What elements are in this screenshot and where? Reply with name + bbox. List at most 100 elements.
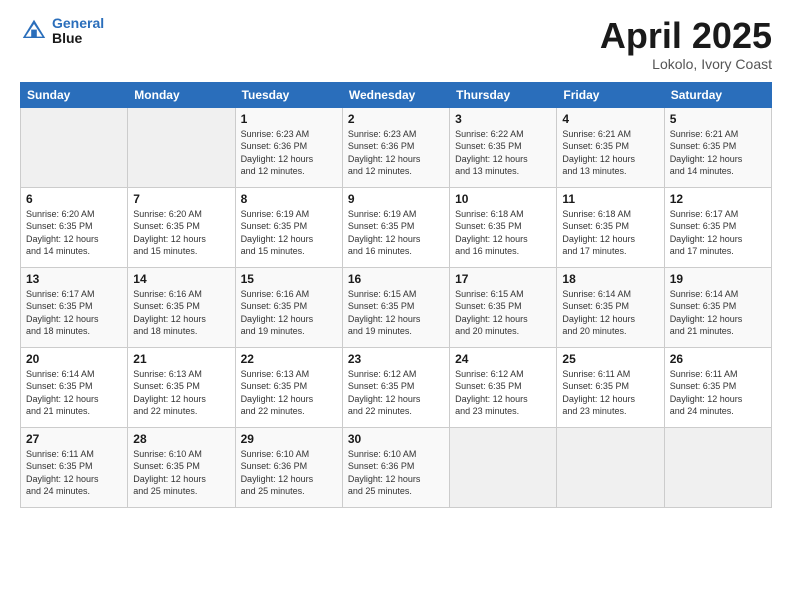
col-header-monday: Monday xyxy=(128,82,235,107)
day-info: Sunrise: 6:13 AM Sunset: 6:35 PM Dayligh… xyxy=(241,368,337,418)
day-info: Sunrise: 6:14 AM Sunset: 6:35 PM Dayligh… xyxy=(562,288,658,338)
day-cell: 7Sunrise: 6:20 AM Sunset: 6:35 PM Daylig… xyxy=(128,187,235,267)
day-cell: 19 Sunrise: 6:14 AM Sunset: 6:35 PM Dayli… xyxy=(664,267,771,347)
day-info: Sunrise: 6:18 AM Sunset: 6:35 PM Dayligh… xyxy=(455,208,551,258)
day-cell: 17Sunrise: 6:15 AM Sunset: 6:35 PM Dayli… xyxy=(450,267,557,347)
day-cell: 28 Sunrise: 6:10 AM Sunset: 6:35 PM Dayli… xyxy=(128,427,235,507)
col-header-friday: Friday xyxy=(557,82,664,107)
calendar-subtitle: Lokolo, Ivory Coast xyxy=(600,56,772,72)
day-cell: 3Sunrise: 6:22 AM Sunset: 6:35 PM Daylig… xyxy=(450,107,557,187)
day-number: 12 xyxy=(670,192,766,206)
col-header-tuesday: Tuesday xyxy=(235,82,342,107)
day-info: Sunrise: 6:12 AM Sunset: 6:35 PM Dayligh… xyxy=(455,368,551,418)
day-cell: 5 Sunrise: 6:21 AM Sunset: 6:35 PM Daylig… xyxy=(664,107,771,187)
logo-icon xyxy=(20,17,48,45)
day-info: Sunrise: 6:16 AM Sunset: 6:35 PM Dayligh… xyxy=(133,288,229,338)
day-cell: 16Sunrise: 6:15 AM Sunset: 6:35 PM Dayli… xyxy=(342,267,449,347)
page: General Blue April 2025 Lokolo, Ivory Co… xyxy=(0,0,792,612)
header-row: SundayMondayTuesdayWednesdayThursdayFrid… xyxy=(21,82,772,107)
day-cell: 11Sunrise: 6:18 AM Sunset: 6:35 PM Dayli… xyxy=(557,187,664,267)
day-number: 5 xyxy=(670,112,766,126)
day-cell: 18 Sunrise: 6:14 AM Sunset: 6:35 PM Dayli… xyxy=(557,267,664,347)
day-number: 10 xyxy=(455,192,551,206)
day-cell xyxy=(664,427,771,507)
day-info: Sunrise: 6:18 AM Sunset: 6:35 PM Dayligh… xyxy=(562,208,658,258)
day-cell: 14Sunrise: 6:16 AM Sunset: 6:35 PM Dayli… xyxy=(128,267,235,347)
day-info: Sunrise: 6:21 AM Sunset: 6:35 PM Dayligh… xyxy=(670,128,766,178)
day-cell: 23 Sunrise: 6:12 AM Sunset: 6:35 PM Dayli… xyxy=(342,347,449,427)
day-info: Sunrise: 6:20 AM Sunset: 6:35 PM Dayligh… xyxy=(26,208,122,258)
day-cell: 29 Sunrise: 6:10 AM Sunset: 6:36 PM Dayli… xyxy=(235,427,342,507)
week-row-4: 20 Sunrise: 6:14 AM Sunset: 6:35 PM Dayli… xyxy=(21,347,772,427)
day-cell: 25 Sunrise: 6:11 AM Sunset: 6:35 PM Dayli… xyxy=(557,347,664,427)
day-number: 27 xyxy=(26,432,122,446)
day-number: 13 xyxy=(26,272,122,286)
day-cell: 20 Sunrise: 6:14 AM Sunset: 6:35 PM Dayli… xyxy=(21,347,128,427)
day-info: Sunrise: 6:19 AM Sunset: 6:35 PM Dayligh… xyxy=(348,208,444,258)
col-header-thursday: Thursday xyxy=(450,82,557,107)
day-number: 17 xyxy=(455,272,551,286)
day-info: Sunrise: 6:10 AM Sunset: 6:35 PM Dayligh… xyxy=(133,448,229,498)
day-number: 1 xyxy=(241,112,337,126)
day-info: Sunrise: 6:13 AM Sunset: 6:35 PM Dayligh… xyxy=(133,368,229,418)
day-cell: 4 Sunrise: 6:21 AM Sunset: 6:35 PM Daylig… xyxy=(557,107,664,187)
day-cell: 22Sunrise: 6:13 AM Sunset: 6:35 PM Dayli… xyxy=(235,347,342,427)
day-cell: 15 Sunrise: 6:16 AM Sunset: 6:35 PM Dayli… xyxy=(235,267,342,347)
day-number: 20 xyxy=(26,352,122,366)
day-cell: 8 Sunrise: 6:19 AM Sunset: 6:35 PM Daylig… xyxy=(235,187,342,267)
day-cell xyxy=(450,427,557,507)
day-number: 29 xyxy=(241,432,337,446)
calendar-title: April 2025 xyxy=(600,16,772,56)
day-number: 24 xyxy=(455,352,551,366)
week-row-3: 13 Sunrise: 6:17 AM Sunset: 6:35 PM Dayli… xyxy=(21,267,772,347)
day-number: 26 xyxy=(670,352,766,366)
day-number: 18 xyxy=(562,272,658,286)
day-info: Sunrise: 6:20 AM Sunset: 6:35 PM Dayligh… xyxy=(133,208,229,258)
day-info: Sunrise: 6:22 AM Sunset: 6:35 PM Dayligh… xyxy=(455,128,551,178)
day-number: 25 xyxy=(562,352,658,366)
day-number: 15 xyxy=(241,272,337,286)
day-info: Sunrise: 6:14 AM Sunset: 6:35 PM Dayligh… xyxy=(670,288,766,338)
day-cell: 1 Sunrise: 6:23 AM Sunset: 6:36 PM Daylig… xyxy=(235,107,342,187)
day-cell: 24 Sunrise: 6:12 AM Sunset: 6:35 PM Dayli… xyxy=(450,347,557,427)
day-number: 19 xyxy=(670,272,766,286)
day-info: Sunrise: 6:10 AM Sunset: 6:36 PM Dayligh… xyxy=(348,448,444,498)
week-row-2: 6 Sunrise: 6:20 AM Sunset: 6:35 PM Daylig… xyxy=(21,187,772,267)
day-info: Sunrise: 6:11 AM Sunset: 6:35 PM Dayligh… xyxy=(26,448,122,498)
week-row-1: 1 Sunrise: 6:23 AM Sunset: 6:36 PM Daylig… xyxy=(21,107,772,187)
day-cell: 9Sunrise: 6:19 AM Sunset: 6:35 PM Daylig… xyxy=(342,187,449,267)
logo-text: General Blue xyxy=(52,16,104,47)
day-cell xyxy=(21,107,128,187)
day-info: Sunrise: 6:17 AM Sunset: 6:35 PM Dayligh… xyxy=(26,288,122,338)
day-cell: 21 Sunrise: 6:13 AM Sunset: 6:35 PM Dayli… xyxy=(128,347,235,427)
day-info: Sunrise: 6:12 AM Sunset: 6:35 PM Dayligh… xyxy=(348,368,444,418)
day-number: 4 xyxy=(562,112,658,126)
day-info: Sunrise: 6:14 AM Sunset: 6:35 PM Dayligh… xyxy=(26,368,122,418)
col-header-sunday: Sunday xyxy=(21,82,128,107)
day-number: 2 xyxy=(348,112,444,126)
header: General Blue April 2025 Lokolo, Ivory Co… xyxy=(20,16,772,72)
day-info: Sunrise: 6:21 AM Sunset: 6:35 PM Dayligh… xyxy=(562,128,658,178)
day-cell: 13 Sunrise: 6:17 AM Sunset: 6:35 PM Dayli… xyxy=(21,267,128,347)
day-number: 23 xyxy=(348,352,444,366)
calendar-table: SundayMondayTuesdayWednesdayThursdayFrid… xyxy=(20,82,772,508)
day-info: Sunrise: 6:10 AM Sunset: 6:36 PM Dayligh… xyxy=(241,448,337,498)
day-number: 8 xyxy=(241,192,337,206)
day-number: 6 xyxy=(26,192,122,206)
day-info: Sunrise: 6:19 AM Sunset: 6:35 PM Dayligh… xyxy=(241,208,337,258)
day-info: Sunrise: 6:11 AM Sunset: 6:35 PM Dayligh… xyxy=(670,368,766,418)
day-number: 21 xyxy=(133,352,229,366)
day-cell: 12 Sunrise: 6:17 AM Sunset: 6:35 PM Dayli… xyxy=(664,187,771,267)
day-cell xyxy=(557,427,664,507)
day-number: 28 xyxy=(133,432,229,446)
day-cell: 6 Sunrise: 6:20 AM Sunset: 6:35 PM Daylig… xyxy=(21,187,128,267)
day-info: Sunrise: 6:17 AM Sunset: 6:35 PM Dayligh… xyxy=(670,208,766,258)
day-number: 16 xyxy=(348,272,444,286)
day-info: Sunrise: 6:23 AM Sunset: 6:36 PM Dayligh… xyxy=(241,128,337,178)
day-info: Sunrise: 6:11 AM Sunset: 6:35 PM Dayligh… xyxy=(562,368,658,418)
day-cell: 2 Sunrise: 6:23 AM Sunset: 6:36 PM Daylig… xyxy=(342,107,449,187)
day-info: Sunrise: 6:16 AM Sunset: 6:35 PM Dayligh… xyxy=(241,288,337,338)
day-cell: 26 Sunrise: 6:11 AM Sunset: 6:35 PM Dayli… xyxy=(664,347,771,427)
day-info: Sunrise: 6:23 AM Sunset: 6:36 PM Dayligh… xyxy=(348,128,444,178)
day-number: 30 xyxy=(348,432,444,446)
